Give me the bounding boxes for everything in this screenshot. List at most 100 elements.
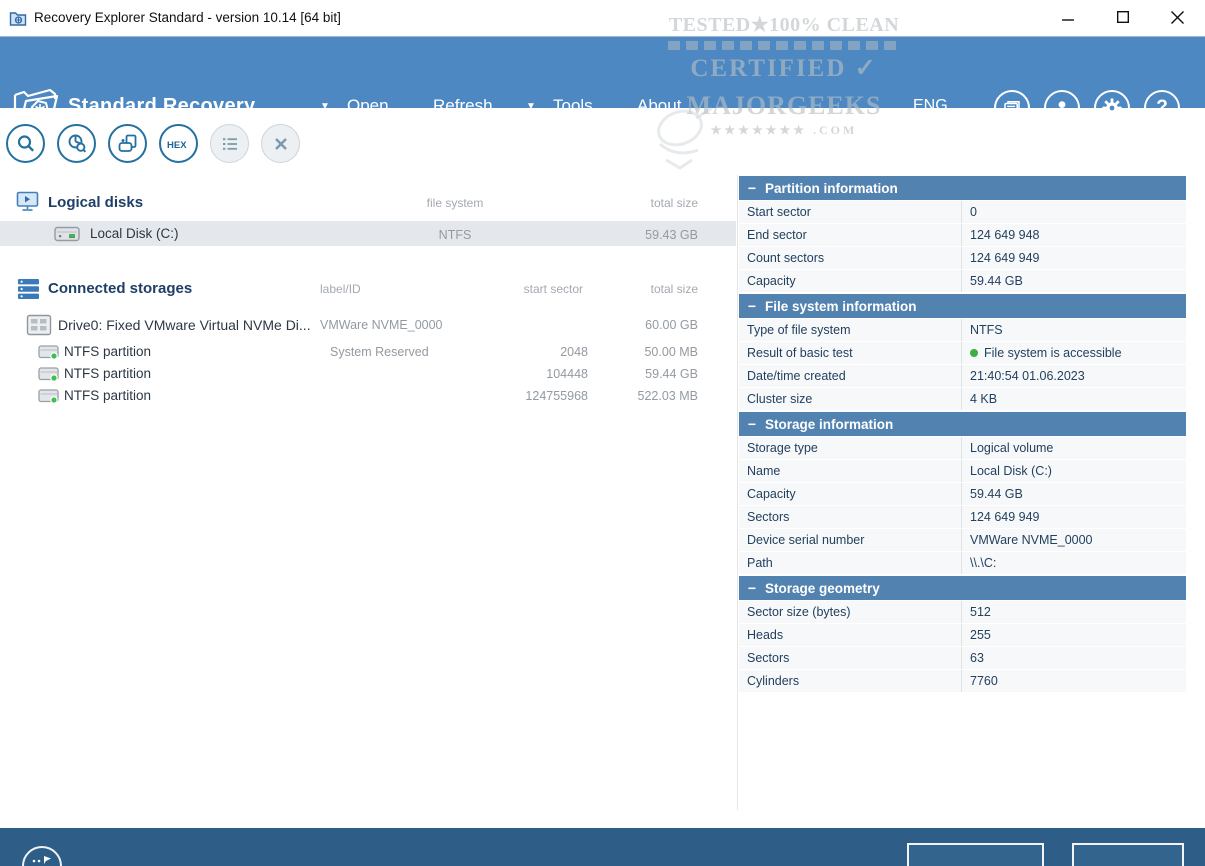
license-card-icon (1002, 98, 1022, 118)
menu-about[interactable]: About (637, 96, 681, 116)
user-icon (1052, 98, 1072, 118)
question-mark-icon: ? (1156, 97, 1168, 119)
info-row: Name Local Disk (C:) (739, 460, 1186, 482)
info-row: Cylinders 7760 (739, 670, 1186, 692)
disk-image-button[interactable] (108, 124, 147, 163)
analyze-button[interactable] (57, 124, 96, 163)
connected-storages-icon (17, 278, 41, 300)
section-header-partition-information[interactable]: − Partition information (739, 176, 1186, 200)
status-text: File system is accessible (984, 346, 1122, 360)
info-row: Sectors 63 (739, 647, 1186, 669)
disk-total-size: 59.43 GB (618, 228, 698, 242)
partition-icon (38, 344, 60, 361)
start-action-icon[interactable] (22, 846, 62, 866)
gear-icon (1101, 97, 1123, 119)
partition-total-size: 50.00 MB (618, 345, 698, 359)
watermark-stars-text: ★★★★★★★ .COM (652, 123, 916, 138)
menu-tools[interactable]: Tools (553, 96, 593, 116)
info-row: Capacity 59.44 GB (739, 483, 1186, 505)
info-row: Device serial number VMWare NVME_0000 (739, 529, 1186, 551)
column-header-start-sector: start sector (483, 282, 583, 296)
info-row: Date/time created 21:40:54 01.06.2023 (739, 365, 1186, 387)
info-row: Type of file system NTFS (739, 319, 1186, 341)
minimize-button[interactable] (1046, 0, 1090, 34)
panel-divider (737, 175, 738, 810)
details-panel: − Partition information Start sector 0 E… (739, 176, 1186, 694)
collapse-icon[interactable]: − (739, 298, 765, 314)
bottom-action-bar (0, 828, 1205, 866)
partition-total-size: 59.44 GB (618, 367, 698, 381)
list-icon (219, 133, 241, 155)
partition-start-sector: 2048 (488, 345, 588, 359)
menu-refresh[interactable]: Refresh (433, 96, 493, 116)
pie-chart-magnifier-icon (66, 133, 88, 155)
status-ok-dot (970, 349, 978, 357)
section-storage-geometry: − Storage geometry Sector size (bytes) 5… (739, 576, 1186, 692)
info-row: Storage type Logical volume (739, 437, 1186, 459)
help-button[interactable]: ? (1144, 90, 1180, 126)
info-row: Cluster size 4 KB (739, 388, 1186, 410)
properties-list-button[interactable] (210, 124, 249, 163)
scan-button[interactable] (6, 124, 45, 163)
section-partition-information: − Partition information Start sector 0 E… (739, 176, 1186, 292)
app-header: Standard Recovery ▼ Open Refresh ▼ Tools… (0, 36, 1205, 108)
storage-name: Drive0: Fixed VMware Virtual NVMe Di... (58, 317, 311, 333)
info-row: Heads 255 (739, 624, 1186, 646)
logical-disks-title: Logical disks (48, 194, 143, 211)
license-card-button[interactable] (994, 90, 1030, 126)
user-account-button[interactable] (1044, 90, 1080, 126)
search-icon (15, 133, 37, 155)
info-row: End sector 124 649 948 (739, 224, 1186, 246)
settings-button[interactable] (1094, 90, 1130, 126)
info-row: Path \\.\C: (739, 552, 1186, 574)
partition-start-sector: 104448 (488, 367, 588, 381)
disk-name: Local Disk (C:) (90, 226, 179, 241)
section-storage-information: − Storage information Storage type Logic… (739, 412, 1186, 574)
close-button[interactable] (1155, 0, 1199, 34)
drive-enclosure-icon (26, 314, 52, 336)
section-header-file-system-information[interactable]: − File system information (739, 294, 1186, 318)
info-row: Start sector 0 (739, 201, 1186, 223)
app-icon (9, 9, 27, 27)
partition-start-sector: 124755968 (488, 389, 588, 403)
svg-text:HEX: HEX (167, 140, 187, 151)
language-selector[interactable]: ENG (913, 97, 948, 115)
column-header-label-id: label/ID (320, 282, 361, 296)
bottom-button-left[interactable] (907, 843, 1044, 866)
hard-disk-icon (54, 226, 80, 242)
info-row: Result of basic test File system is acce… (739, 342, 1186, 364)
info-row: Sectors 124 649 949 (739, 506, 1186, 528)
partition-name: NTFS partition (64, 344, 151, 359)
connected-storages-title: Connected storages (48, 280, 192, 297)
partition-total-size: 522.03 MB (618, 389, 698, 403)
collapse-icon[interactable]: − (739, 180, 765, 196)
open-menu-arrow-icon[interactable]: ▼ (320, 101, 330, 112)
storage-label-id: VMWare NVME_0000 (320, 318, 443, 332)
column-header-file-system: file system (400, 196, 510, 210)
title-bar: Recovery Explorer Standard - version 10.… (0, 0, 1205, 36)
partition-icon (38, 366, 60, 383)
menu-open[interactable]: Open (347, 96, 389, 116)
section-file-system-information: − File system information Type of file s… (739, 294, 1186, 410)
section-header-storage-geometry[interactable]: − Storage geometry (739, 576, 1186, 600)
column-header-total-size-2: total size (618, 282, 698, 296)
partition-name: NTFS partition (64, 366, 151, 381)
disk-image-icon (117, 133, 139, 155)
info-row: Sector size (bytes) 512 (739, 601, 1186, 623)
info-row: Count sectors 124 649 949 (739, 247, 1186, 269)
window-title: Recovery Explorer Standard - version 10.… (34, 10, 341, 25)
maximize-button[interactable] (1101, 0, 1145, 34)
section-header-storage-information[interactable]: − Storage information (739, 412, 1186, 436)
close-x-icon (270, 133, 292, 155)
info-row: Capacity 59.44 GB (739, 270, 1186, 292)
partition-icon (38, 388, 60, 405)
bottom-button-right[interactable] (1072, 843, 1184, 866)
partition-label-id: System Reserved (330, 345, 429, 359)
collapse-icon[interactable]: − (739, 416, 765, 432)
brand-title: Standard Recovery (68, 95, 255, 118)
collapse-icon[interactable]: − (739, 580, 765, 596)
partition-name: NTFS partition (64, 388, 151, 403)
tools-menu-arrow-icon[interactable]: ▼ (526, 101, 536, 112)
hex-viewer-button[interactable]: HEX (159, 124, 198, 163)
close-task-button[interactable] (261, 124, 300, 163)
